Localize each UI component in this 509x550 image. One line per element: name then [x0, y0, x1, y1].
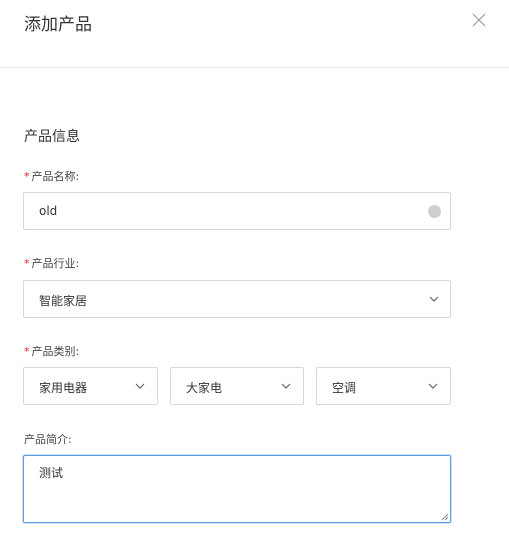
product-name-input[interactable]: old [23, 192, 451, 230]
chevron-down-icon [135, 383, 145, 389]
required-mark: * [24, 345, 30, 358]
chevron-down-icon [429, 296, 439, 302]
resize-handle-icon[interactable] [440, 512, 449, 521]
description-textarea[interactable]: 测试 [23, 455, 451, 523]
industry-value: 智能家居 [39, 294, 88, 308]
required-mark: * [24, 170, 30, 183]
product-name-value: old [39, 204, 58, 218]
category-level3-select[interactable]: 空调 [316, 367, 451, 405]
dialog-title: 添加产品 [24, 15, 92, 35]
chevron-down-icon [428, 383, 438, 389]
dialog-header: 添加产品 [0, 0, 509, 68]
category-level1-value: 家用电器 [39, 381, 88, 395]
category-level3-value: 空调 [332, 381, 357, 395]
description-label: 产品简介: [24, 433, 72, 446]
clear-input-icon[interactable] [428, 205, 441, 218]
product-name-label: * 产品名称: [24, 170, 80, 183]
category-label: * 产品类别: [24, 345, 80, 358]
category-level1-select[interactable]: 家用电器 [23, 367, 158, 405]
description-value: 测试 [39, 466, 64, 480]
category-level2-value: 大家电 [186, 381, 223, 395]
industry-select[interactable]: 智能家居 [23, 280, 451, 318]
close-icon[interactable] [470, 11, 488, 29]
category-level2-select[interactable]: 大家电 [170, 367, 304, 405]
section-title: 产品信息 [24, 129, 80, 145]
chevron-down-icon [281, 383, 291, 389]
industry-label: * 产品行业: [24, 257, 80, 270]
required-mark: * [24, 257, 30, 270]
